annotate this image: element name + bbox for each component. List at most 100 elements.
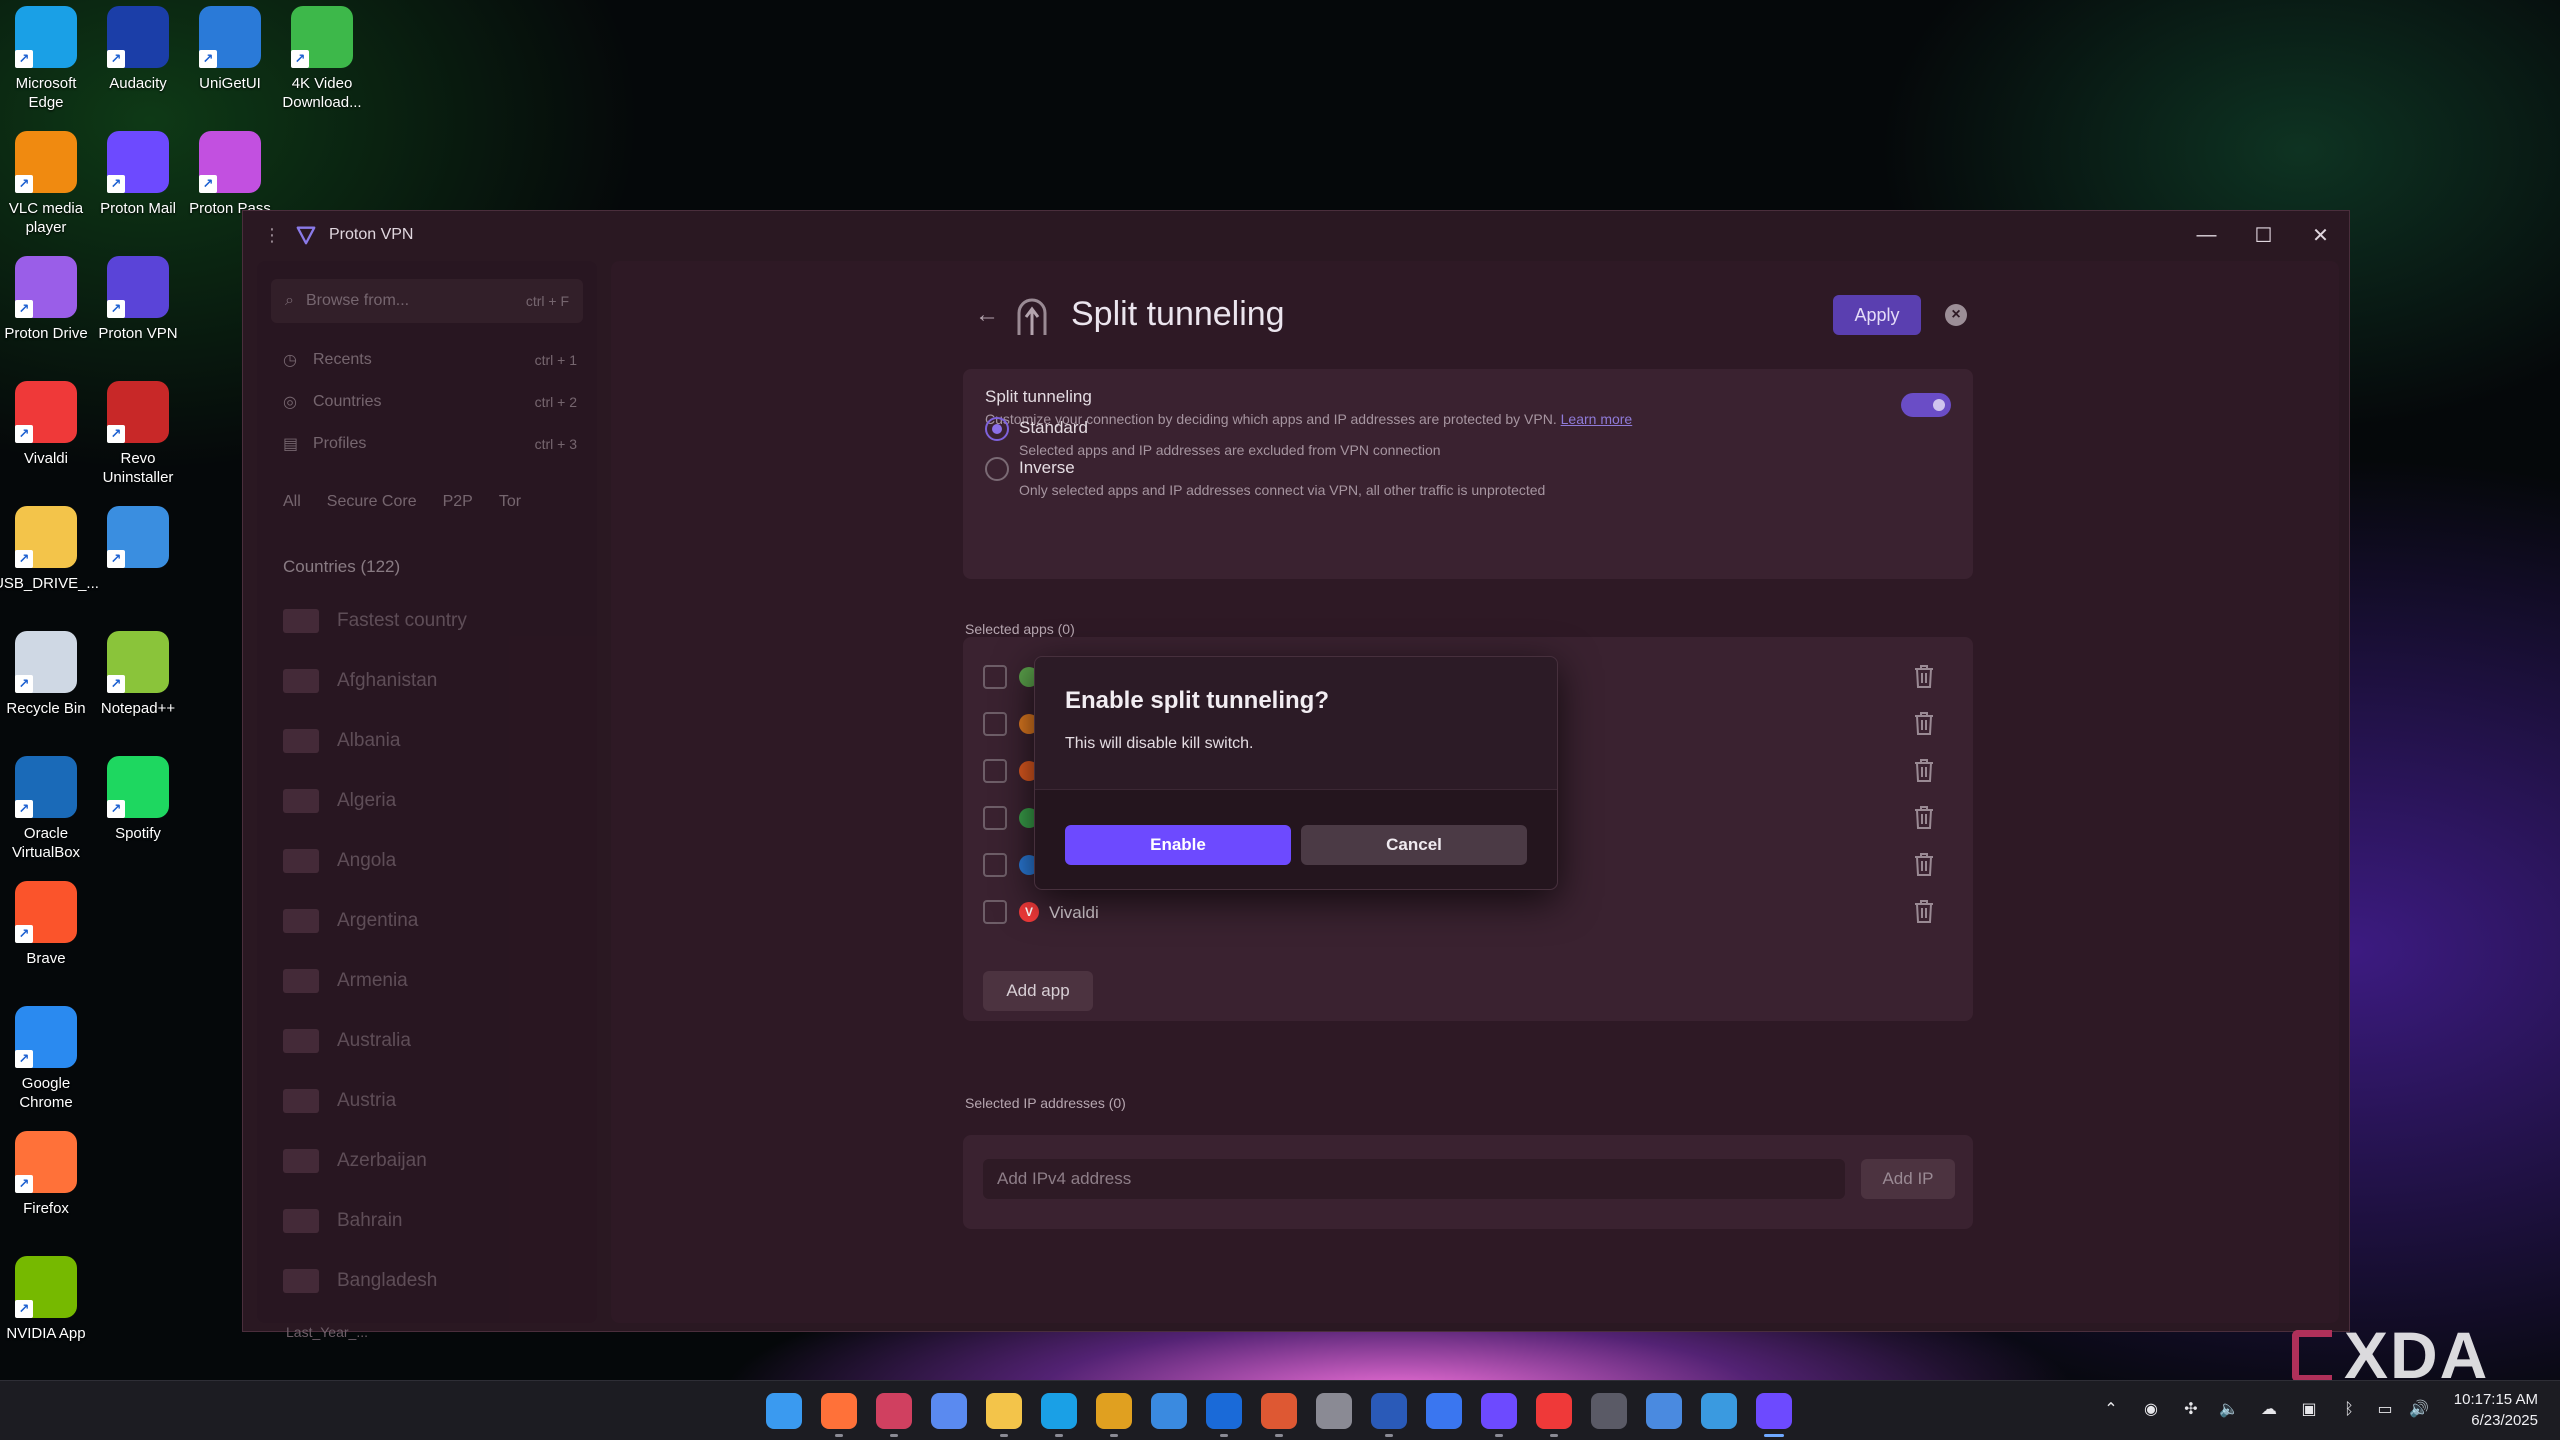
firefox-icon[interactable] xyxy=(821,1393,857,1437)
snipping-tool-icon[interactable] xyxy=(1701,1393,1737,1429)
app-checkbox[interactable] xyxy=(983,900,1007,924)
sidebar-item-profiles[interactable]: ▤ Profiles ctrl + 3 xyxy=(257,423,597,465)
country-item[interactable]: Argentina xyxy=(257,891,597,951)
proton-vpn-icon[interactable] xyxy=(1756,1393,1792,1437)
desktop-icon[interactable]: ↗ Proton VPN xyxy=(92,256,184,343)
volume-tray-icon[interactable]: 🔈 xyxy=(2218,1399,2240,1421)
app-checkbox[interactable] xyxy=(983,665,1007,689)
proton-mail-icon[interactable] xyxy=(1481,1393,1517,1437)
app-tray-icon[interactable]: ▣ xyxy=(2298,1399,2320,1421)
country-item[interactable]: Fastest country xyxy=(257,591,597,651)
notepad-icon[interactable] xyxy=(1646,1393,1682,1429)
desktop-icon[interactable]: ↗ Microsoft Edge xyxy=(0,6,92,112)
trash-icon[interactable] xyxy=(1913,663,1935,689)
chevron-up-icon[interactable]: ⌃ xyxy=(2100,1399,2122,1421)
calculator-icon[interactable] xyxy=(1591,1393,1627,1429)
vivaldi-icon[interactable] xyxy=(1536,1393,1572,1437)
desktop-icon[interactable]: ↗ 4K Video Download... xyxy=(276,6,368,112)
sidebar-item-recents[interactable]: ◷ Recents ctrl + 1 xyxy=(257,339,597,381)
trash-icon[interactable] xyxy=(1913,898,1935,924)
cancel-button[interactable]: Cancel xyxy=(1301,825,1527,865)
search-input[interactable]: ⌕ Browse from... ctrl + F xyxy=(271,279,583,323)
desktop-icon[interactable]: ↗ Oracle VirtualBox xyxy=(0,756,92,862)
app-checkbox[interactable] xyxy=(983,853,1007,877)
back-arrow-icon[interactable]: ← xyxy=(975,301,999,329)
country-item[interactable]: Angola xyxy=(257,831,597,891)
desktop-icon[interactable]: ↗ xyxy=(92,506,184,574)
app-checkbox[interactable] xyxy=(983,759,1007,783)
edge-icon[interactable] xyxy=(1041,1393,1077,1437)
add-ip-button[interactable]: Add IP xyxy=(1861,1159,1955,1199)
filter-tab[interactable]: Tor xyxy=(499,493,521,511)
radio-button[interactable] xyxy=(985,457,1009,481)
sidebar-item-countries[interactable]: ◎ Countries ctrl + 2 xyxy=(257,381,597,423)
country-item[interactable]: Armenia xyxy=(257,951,597,1011)
country-item[interactable]: Algeria xyxy=(257,771,597,831)
word-icon[interactable] xyxy=(1371,1393,1407,1437)
desktop-icon[interactable]: ↗ UniGetUI xyxy=(184,6,276,93)
desktop-icon[interactable]: ↗ VLC media player xyxy=(0,131,92,237)
slack-icon[interactable] xyxy=(1096,1393,1132,1437)
trash-icon[interactable] xyxy=(1913,757,1935,783)
desktop-icon[interactable]: ↗ Audacity xyxy=(92,6,184,93)
bluetooth-icon[interactable]: ᛒ xyxy=(2338,1399,2360,1421)
minimize-icon[interactable]: — xyxy=(2178,211,2235,259)
davinci-resolve-icon[interactable] xyxy=(876,1393,912,1437)
outlook-icon[interactable] xyxy=(1206,1393,1242,1437)
desktop-icon[interactable]: ↗ Recycle Bin xyxy=(0,631,92,718)
trash-icon[interactable] xyxy=(1913,851,1935,877)
desktop-icon[interactable]: ↗ Notepad++ xyxy=(92,631,184,718)
onedrive-icon[interactable]: ☁ xyxy=(2258,1399,2280,1421)
desktop-icon[interactable]: ↗ Proton Mail xyxy=(92,131,184,218)
maximize-icon[interactable]: ☐ xyxy=(2235,211,2292,259)
desktop-icon[interactable]: ↗ Vivaldi xyxy=(0,381,92,468)
close-icon[interactable]: ✕ xyxy=(2292,211,2349,259)
desktop-icon[interactable]: ↗ Revo Uninstaller xyxy=(92,381,184,487)
country-item[interactable]: Austria xyxy=(257,1071,597,1131)
app-checkbox[interactable] xyxy=(983,806,1007,830)
clock[interactable]: 10:17:15 AM 6/23/2025 xyxy=(2454,1389,2538,1431)
title-bar[interactable]: ⋮ Proton VPN — ☐ ✕ xyxy=(243,211,2349,259)
learn-more-link[interactable]: Learn more xyxy=(1561,411,1633,427)
country-item[interactable]: Azerbaijan xyxy=(257,1131,597,1191)
network-icon[interactable]: ▭ xyxy=(2374,1399,2396,1421)
app-checkbox[interactable] xyxy=(983,712,1007,736)
flag-icon xyxy=(283,909,319,933)
desktop-icon[interactable]: ↗ Firefox xyxy=(0,1131,92,1218)
country-item[interactable]: Australia xyxy=(257,1011,597,1071)
copilot-icon[interactable] xyxy=(931,1393,967,1429)
desktop-icon[interactable]: ↗ USB_DRIVE_... xyxy=(0,506,99,593)
slack-tray-icon[interactable]: ✣ xyxy=(2180,1399,2202,1421)
ip-address-input[interactable]: Add IPv4 address xyxy=(983,1159,1845,1199)
close-page-icon[interactable]: × xyxy=(1945,304,1967,326)
desktop-icon[interactable]: ↗ Proton Drive xyxy=(0,256,92,343)
filter-tab[interactable]: P2P xyxy=(443,493,473,511)
microsoft-store-icon[interactable] xyxy=(1151,1393,1187,1429)
country-item[interactable]: Bahrain xyxy=(257,1191,597,1251)
desktop-icon[interactable]: ↗ Brave xyxy=(0,881,92,968)
filter-tab[interactable]: All xyxy=(283,493,301,511)
apply-button[interactable]: Apply xyxy=(1833,295,1921,335)
menu-dots-icon[interactable]: ⋮ xyxy=(263,225,281,246)
settings-icon[interactable] xyxy=(1316,1393,1352,1429)
desktop-icon[interactable]: ↗ Proton Pass xyxy=(184,131,276,218)
country-item[interactable]: Albania xyxy=(257,711,597,771)
speaker-icon[interactable]: 🔊 xyxy=(2408,1399,2430,1421)
country-item[interactable]: Bangladesh xyxy=(257,1251,597,1311)
radio-button[interactable] xyxy=(985,417,1009,441)
signal-icon[interactable] xyxy=(1426,1393,1462,1429)
trash-icon[interactable] xyxy=(1913,710,1935,736)
country-item[interactable]: Afghanistan xyxy=(257,651,597,711)
trash-icon[interactable] xyxy=(1913,804,1935,830)
enable-button[interactable]: Enable xyxy=(1065,825,1291,865)
split-tunneling-toggle[interactable] xyxy=(1901,393,1951,417)
desktop-icon[interactable]: ↗ Spotify xyxy=(92,756,184,843)
proton-tray-icon[interactable]: ◉ xyxy=(2140,1399,2162,1421)
desktop-icon[interactable]: ↗ NVIDIA App xyxy=(0,1256,92,1343)
duckduckgo-icon[interactable] xyxy=(1261,1393,1297,1437)
file-explorer-icon[interactable] xyxy=(986,1393,1022,1437)
start-icon[interactable] xyxy=(766,1393,802,1429)
add-app-button[interactable]: Add app xyxy=(983,971,1093,1011)
desktop-icon[interactable]: ↗ Google Chrome xyxy=(0,1006,92,1112)
filter-tab[interactable]: Secure Core xyxy=(327,493,417,511)
